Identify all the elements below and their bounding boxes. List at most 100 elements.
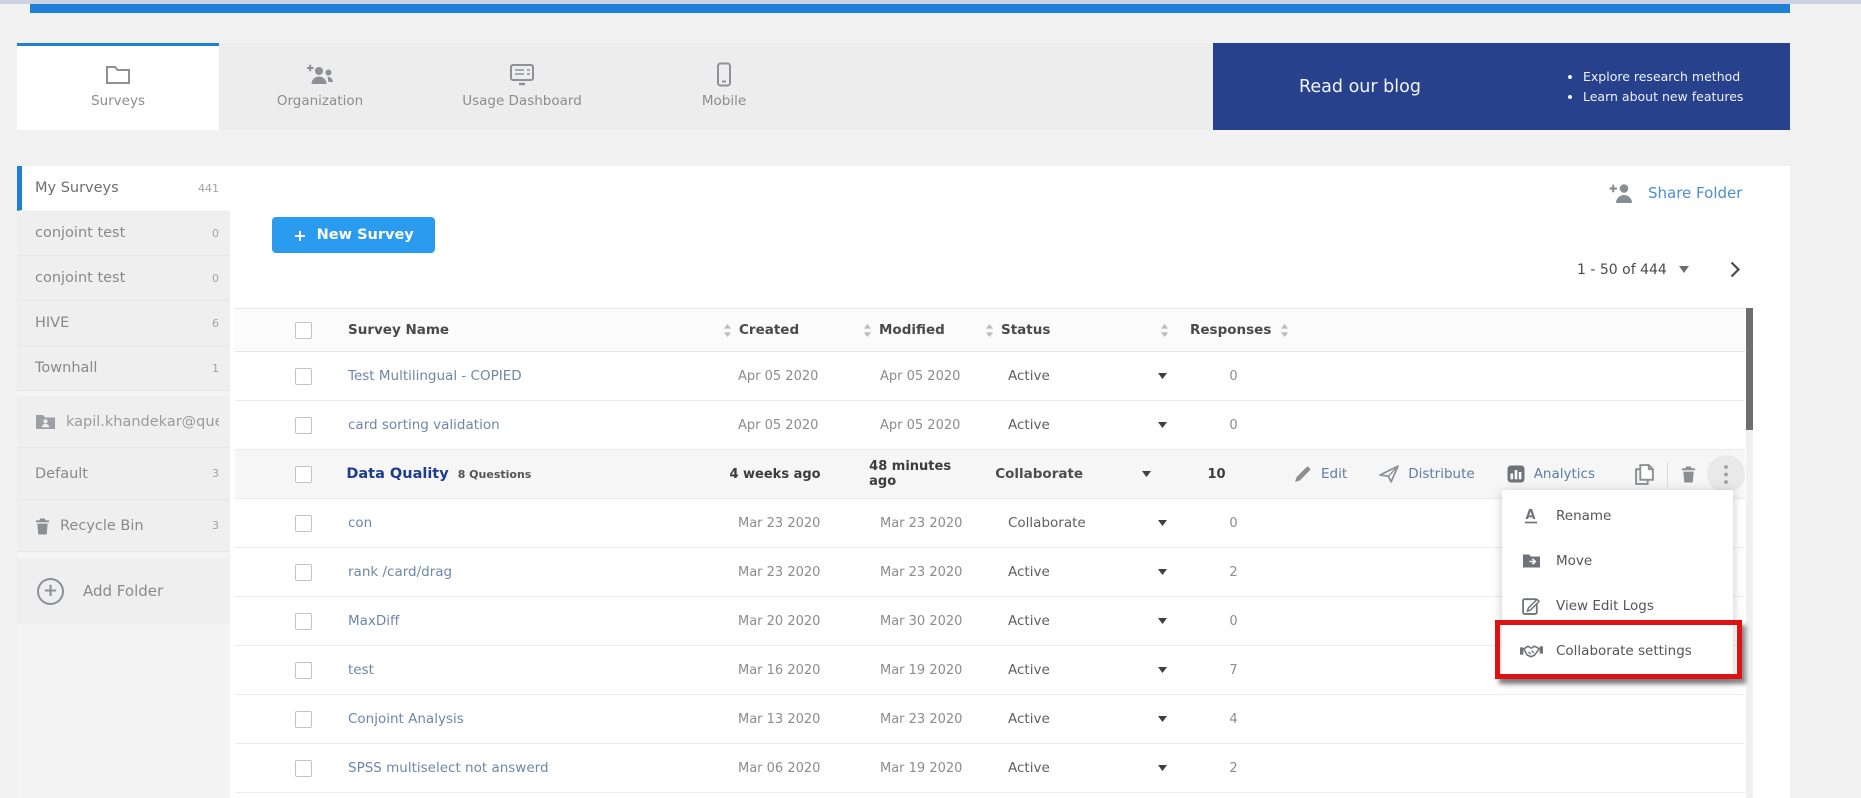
next-page-button[interactable] xyxy=(1729,261,1741,278)
table-row[interactable]: Test Multilingual - COPIED Apr 05 2020 A… xyxy=(235,352,1745,401)
sidebar-item-kapil-khandekar-que[interactable]: kapil.khandekar@que... xyxy=(17,396,230,448)
survey-name-link[interactable]: Conjoint Analysis xyxy=(348,711,464,727)
status-caret-icon[interactable] xyxy=(1158,667,1167,673)
modified-value: Apr 05 2020 xyxy=(880,418,960,433)
survey-name-link[interactable]: card sorting validation xyxy=(348,417,500,433)
top-blue-bar xyxy=(30,4,1790,13)
status-value[interactable]: Active xyxy=(1008,564,1050,580)
tab-mobile[interactable]: Mobile xyxy=(623,43,825,130)
status-value[interactable]: Active xyxy=(1008,417,1050,433)
menu-item-rename[interactable]: A Rename xyxy=(1502,493,1733,538)
sidebar-item-recycle-bin[interactable]: Recycle Bin 3 xyxy=(17,500,230,552)
organization-icon xyxy=(305,60,335,88)
status-value[interactable]: Collaborate xyxy=(995,466,1083,482)
survey-name-link[interactable]: MaxDiff xyxy=(348,613,399,629)
row-checkbox[interactable] xyxy=(295,564,312,581)
sort-icon[interactable] xyxy=(1160,324,1169,337)
survey-name-link[interactable]: test xyxy=(348,662,374,678)
row-checkbox[interactable] xyxy=(295,662,312,679)
status-caret-icon[interactable] xyxy=(1158,422,1167,428)
status-caret-icon[interactable] xyxy=(1158,618,1167,624)
pagination: 1 - 50 of 444 xyxy=(1577,261,1741,278)
share-folder-button[interactable]: Share Folder xyxy=(1608,182,1742,203)
tab-usage-dashboard[interactable]: Usage Dashboard xyxy=(421,43,623,130)
status-caret-icon[interactable] xyxy=(1158,569,1167,575)
sort-icon[interactable] xyxy=(723,324,732,337)
col-survey-name[interactable]: Survey Name xyxy=(348,322,449,338)
scrollbar-thumb[interactable] xyxy=(1746,308,1753,430)
pagination-range[interactable]: 1 - 50 of 444 xyxy=(1577,262,1667,278)
modified-value: Mar 23 2020 xyxy=(880,565,962,580)
folder-count: 3 xyxy=(212,519,219,532)
table-scrollbar[interactable] xyxy=(1746,308,1753,798)
edit-button[interactable]: Edit xyxy=(1294,465,1347,483)
status-value[interactable]: Active xyxy=(1008,368,1050,384)
col-created[interactable]: Created xyxy=(739,322,799,338)
status-value[interactable]: Active xyxy=(1008,760,1050,776)
survey-name-link[interactable]: Data Quality xyxy=(346,466,448,482)
row-checkbox[interactable] xyxy=(295,613,312,630)
copy-icon[interactable] xyxy=(1635,464,1654,485)
col-modified[interactable]: Modified xyxy=(879,322,945,338)
survey-name-link[interactable]: SPSS multiselect not answerd xyxy=(348,760,549,776)
table-row[interactable]: Conjoint Analysis Mar 13 2020 Mar 23 202… xyxy=(235,695,1745,744)
status-caret-icon[interactable] xyxy=(1158,520,1167,526)
sidebar-item-conjoint-test[interactable]: conjoint test 0 xyxy=(17,211,230,256)
trash-icon[interactable] xyxy=(1681,465,1696,483)
row-checkbox[interactable] xyxy=(295,466,312,483)
new-survey-button[interactable]: + New Survey xyxy=(272,217,435,253)
sidebar-item-hive[interactable]: HIVE 6 xyxy=(17,301,230,346)
survey-name-link[interactable]: con xyxy=(348,515,372,531)
tab-surveys[interactable]: Surveys xyxy=(17,43,219,130)
svg-text:A: A xyxy=(1526,508,1536,523)
status-caret-icon[interactable] xyxy=(1158,765,1167,771)
menu-item-collaborate-settings[interactable]: Collaborate settings xyxy=(1502,628,1733,673)
table-row[interactable]: card sorting validation Apr 05 2020 Apr … xyxy=(235,401,1745,450)
pagination-caret-icon[interactable] xyxy=(1679,266,1689,273)
tab-organization[interactable]: Organization xyxy=(219,43,421,130)
survey-name-link[interactable]: rank /card/drag xyxy=(348,564,452,580)
banner-bullet: Explore research method xyxy=(1583,69,1743,84)
created-value: Mar 13 2020 xyxy=(738,712,820,727)
menu-item-move[interactable]: Move xyxy=(1502,538,1733,583)
add-folder-button[interactable]: + Add Folder xyxy=(17,558,230,624)
distribute-button[interactable]: Distribute xyxy=(1379,465,1475,483)
read-our-blog-link[interactable]: Read our blog xyxy=(1213,77,1507,97)
sort-icon[interactable] xyxy=(985,324,994,337)
trash-icon xyxy=(35,517,50,535)
sort-icon[interactable] xyxy=(1280,324,1289,337)
row-checkbox[interactable] xyxy=(295,711,312,728)
col-status[interactable]: Status xyxy=(1001,322,1050,338)
status-caret-icon[interactable] xyxy=(1158,716,1167,722)
sidebar-item-townhall[interactable]: Townhall 1 xyxy=(17,346,230,391)
modified-value: 48 minutes ago xyxy=(869,459,972,489)
folder-count: 1 xyxy=(212,362,219,375)
responses-value: 0 xyxy=(1229,369,1237,384)
status-caret-icon[interactable] xyxy=(1142,471,1151,477)
table-row[interactable]: SPSS multiselect not answerd Mar 06 2020… xyxy=(235,744,1745,793)
row-checkbox[interactable] xyxy=(295,760,312,777)
divider xyxy=(1667,461,1668,487)
row-checkbox[interactable] xyxy=(295,368,312,385)
folder-count: 6 xyxy=(212,317,219,330)
status-value[interactable]: Active xyxy=(1008,711,1050,727)
sort-icon[interactable] xyxy=(863,324,872,337)
col-responses[interactable]: Responses xyxy=(1190,322,1271,338)
survey-name-link[interactable]: Test Multilingual - COPIED xyxy=(348,368,522,384)
analytics-button[interactable]: Analytics xyxy=(1507,465,1595,483)
sidebar-item-default[interactable]: Default 3 xyxy=(17,448,230,500)
select-all-checkbox[interactable] xyxy=(295,322,312,339)
sidebar-item-conjoint-test[interactable]: conjoint test 0 xyxy=(17,256,230,301)
more-actions-button[interactable] xyxy=(1707,455,1745,493)
responses-value: 10 xyxy=(1208,467,1226,482)
row-checkbox[interactable] xyxy=(295,417,312,434)
menu-item-view-edit-logs[interactable]: View Edit Logs xyxy=(1502,583,1733,628)
distribute-icon xyxy=(1379,465,1399,483)
status-caret-icon[interactable] xyxy=(1158,373,1167,379)
status-value[interactable]: Collaborate xyxy=(1008,515,1086,531)
sidebar-item-my-surveys[interactable]: My Surveys 441 xyxy=(17,166,230,211)
status-value[interactable]: Active xyxy=(1008,662,1050,678)
rename-icon: A xyxy=(1519,507,1543,525)
row-checkbox[interactable] xyxy=(295,515,312,532)
status-value[interactable]: Active xyxy=(1008,613,1050,629)
